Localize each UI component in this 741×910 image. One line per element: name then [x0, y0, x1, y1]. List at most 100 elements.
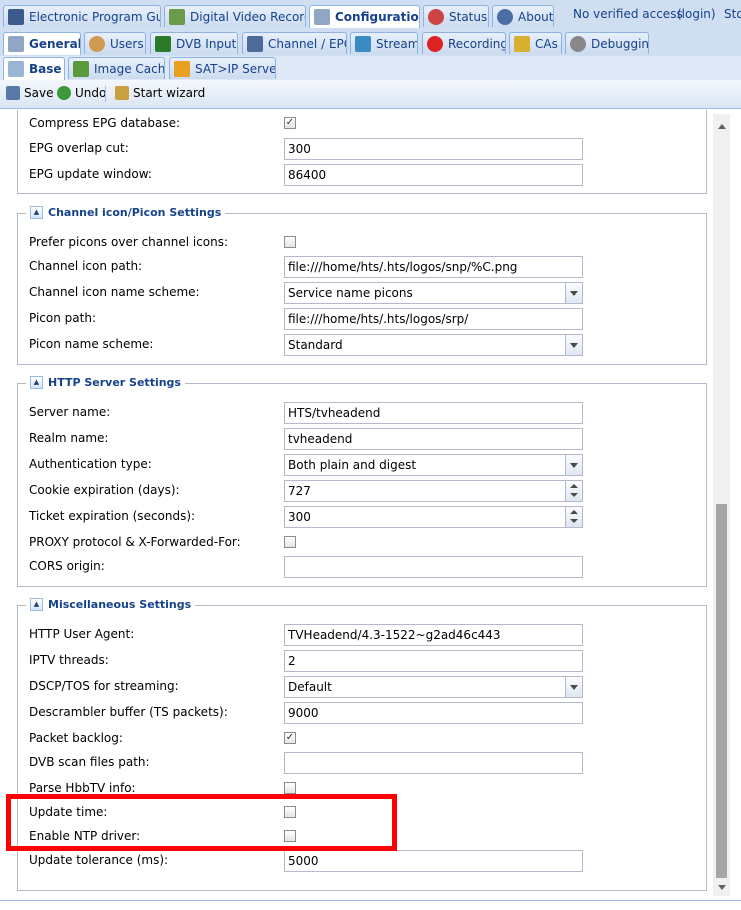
tab-status[interactable]: Status: [423, 5, 489, 27]
select-value: Default: [288, 680, 332, 694]
compress-epg-checkbox[interactable]: ✓: [284, 117, 296, 129]
chevron-down-icon[interactable]: [565, 335, 582, 355]
section-legend[interactable]: ▲ Channel icon/Picon Settings: [26, 206, 226, 219]
collapse-icon[interactable]: ▲: [30, 376, 43, 389]
dscp-select[interactable]: Default: [284, 676, 583, 698]
tab-stream[interactable]: Stream: [350, 32, 418, 54]
picon-path-input[interactable]: file:///home/hts/.hts/logos/srp/: [284, 308, 583, 330]
epg-overlap-input[interactable]: 300: [284, 138, 583, 160]
proxy-checkbox[interactable]: [284, 536, 296, 548]
field-label: DSCP/TOS for streaming:: [29, 679, 179, 693]
vertical-scrollbar[interactable]: [713, 114, 730, 896]
epg-settings-section: Compress EPG database: ✓ EPG overlap cut…: [17, 110, 707, 194]
user-agent-input[interactable]: TVHeadend/4.3-1522~g2ad46c443: [284, 624, 583, 646]
picon-scheme-select[interactable]: Standard: [284, 334, 583, 356]
tv-icon: [247, 35, 263, 52]
scroll-up-icon[interactable]: [718, 124, 726, 129]
field-label: Realm name:: [29, 431, 109, 445]
picon-settings-section: ▲ Channel icon/Picon Settings Prefer pic…: [17, 206, 707, 365]
spinner-icon[interactable]: [565, 507, 582, 527]
scrollbar-thumb[interactable]: [716, 504, 727, 878]
undo-label: Undo: [75, 86, 107, 100]
main-tab-bar: Electronic Program Guide Digital Video R…: [0, 0, 741, 31]
field-label: Server name:: [29, 405, 111, 419]
field-label: Descrambler buffer (TS packets):: [29, 705, 228, 719]
tab-dvr[interactable]: Digital Video Recorder: [164, 5, 306, 27]
tab-recording[interactable]: Recording: [422, 32, 506, 54]
ticket-expiration-stepper[interactable]: 300: [284, 506, 583, 528]
tab-base[interactable]: Base: [3, 57, 65, 80]
tab-channel-epg[interactable]: Channel / EPG: [242, 32, 347, 54]
section-legend[interactable]: ▲ HTTP Server Settings: [26, 376, 185, 389]
tab-label: SAT>IP Server: [195, 61, 276, 76]
channel-icon-path-row: Channel icon path: file:///home/hts/.hts…: [18, 256, 706, 278]
select-value: Standard: [288, 338, 343, 352]
bug-icon: [570, 35, 586, 52]
access-status: No verified access: [573, 7, 683, 21]
tab-configuration[interactable]: Configuration: [309, 5, 420, 28]
tab-image-cache[interactable]: Image Cache: [68, 57, 165, 79]
field-label: DVB scan files path:: [29, 755, 150, 769]
tab-dvb-inputs[interactable]: DVB Inputs: [150, 32, 238, 54]
tab-about[interactable]: About: [492, 5, 554, 27]
undo-button[interactable]: Undo: [57, 86, 106, 100]
tab-debugging[interactable]: Debugging: [565, 32, 649, 54]
auth-type-select[interactable]: Both plain and digest: [284, 454, 583, 476]
tab-users[interactable]: Users: [84, 32, 146, 54]
undo-icon: [57, 86, 71, 100]
chevron-down-icon[interactable]: [565, 283, 582, 303]
cookie-expiration-stepper[interactable]: 727: [284, 480, 583, 502]
server-name-input[interactable]: HTS/tvheadend: [284, 402, 583, 424]
descrambler-buffer-input[interactable]: 9000: [284, 702, 583, 724]
dvr-download-icon: [169, 8, 185, 25]
key-icon: [514, 35, 530, 52]
field-label: EPG update window:: [29, 167, 152, 181]
collapse-icon[interactable]: ▲: [30, 598, 43, 611]
update-tolerance-input[interactable]: 5000: [284, 850, 583, 872]
rec-icon: [427, 35, 443, 52]
sub-tab-bar: Base Image Cache SAT>IP Server: [0, 56, 741, 81]
epg-window-input[interactable]: 86400: [284, 164, 583, 186]
stream-icon: [355, 35, 371, 52]
section-legend[interactable]: ▲ Miscellaneous Settings: [26, 598, 196, 611]
login-link[interactable]: (login): [677, 7, 716, 21]
field-label: Packet backlog:: [29, 731, 123, 745]
scroll-down-icon[interactable]: [718, 885, 726, 890]
dvb-card-icon: [155, 35, 171, 52]
field-label: Picon name scheme:: [29, 337, 154, 351]
highlight-annotation: [6, 794, 397, 851]
field-label: Parse HbbTV info:: [29, 781, 136, 795]
field-label: Compress EPG database:: [29, 116, 181, 130]
tab-satip-server[interactable]: SAT>IP Server: [169, 57, 276, 79]
prefer-picons-checkbox[interactable]: [284, 236, 296, 248]
dvb-scan-path-row: DVB scan files path:: [18, 752, 706, 774]
save-button[interactable]: Save: [6, 86, 53, 100]
icon-scheme-select[interactable]: Service name picons: [284, 282, 583, 304]
config-tab-bar: General Users DVB Inputs Channel / EPG S…: [0, 30, 741, 57]
cors-origin-input[interactable]: [284, 556, 583, 578]
chevron-down-icon[interactable]: [565, 677, 582, 697]
start-wizard-button[interactable]: Start wizard: [115, 86, 205, 100]
tab-epg[interactable]: Electronic Program Guide: [3, 5, 161, 27]
hbbtv-checkbox[interactable]: [284, 782, 296, 794]
cors-origin-row: CORS origin:: [18, 556, 706, 578]
dvb-scan-path-input[interactable]: [284, 752, 583, 774]
packet-backlog-checkbox[interactable]: ✓: [284, 732, 296, 744]
descrambler-buffer-row: Descrambler buffer (TS packets): 9000: [18, 702, 706, 724]
cookie-expiration-row: Cookie expiration (days): 727: [18, 480, 706, 502]
realm-name-input[interactable]: tvheadend: [284, 428, 583, 450]
tab-general[interactable]: General: [3, 32, 81, 55]
tab-label: About: [518, 9, 554, 24]
chevron-down-icon[interactable]: [565, 455, 582, 475]
epg-overlap-row: EPG overlap cut: 300: [18, 138, 706, 160]
iptv-threads-input[interactable]: 2: [284, 650, 583, 672]
spinner-icon[interactable]: [565, 481, 582, 501]
channel-icon-path-input[interactable]: file:///home/hts/.hts/logos/snp/%C.png: [284, 256, 583, 278]
field-label: Update tolerance (ms):: [29, 853, 169, 867]
tab-label: Stream: [376, 36, 418, 51]
collapse-icon[interactable]: ▲: [30, 206, 43, 219]
image-cache-icon: [73, 60, 89, 77]
tab-cas[interactable]: CAs: [509, 32, 562, 54]
update-tolerance-row: Update tolerance (ms): 5000: [18, 850, 706, 872]
auth-type-row: Authentication type: Both plain and dige…: [18, 454, 706, 476]
